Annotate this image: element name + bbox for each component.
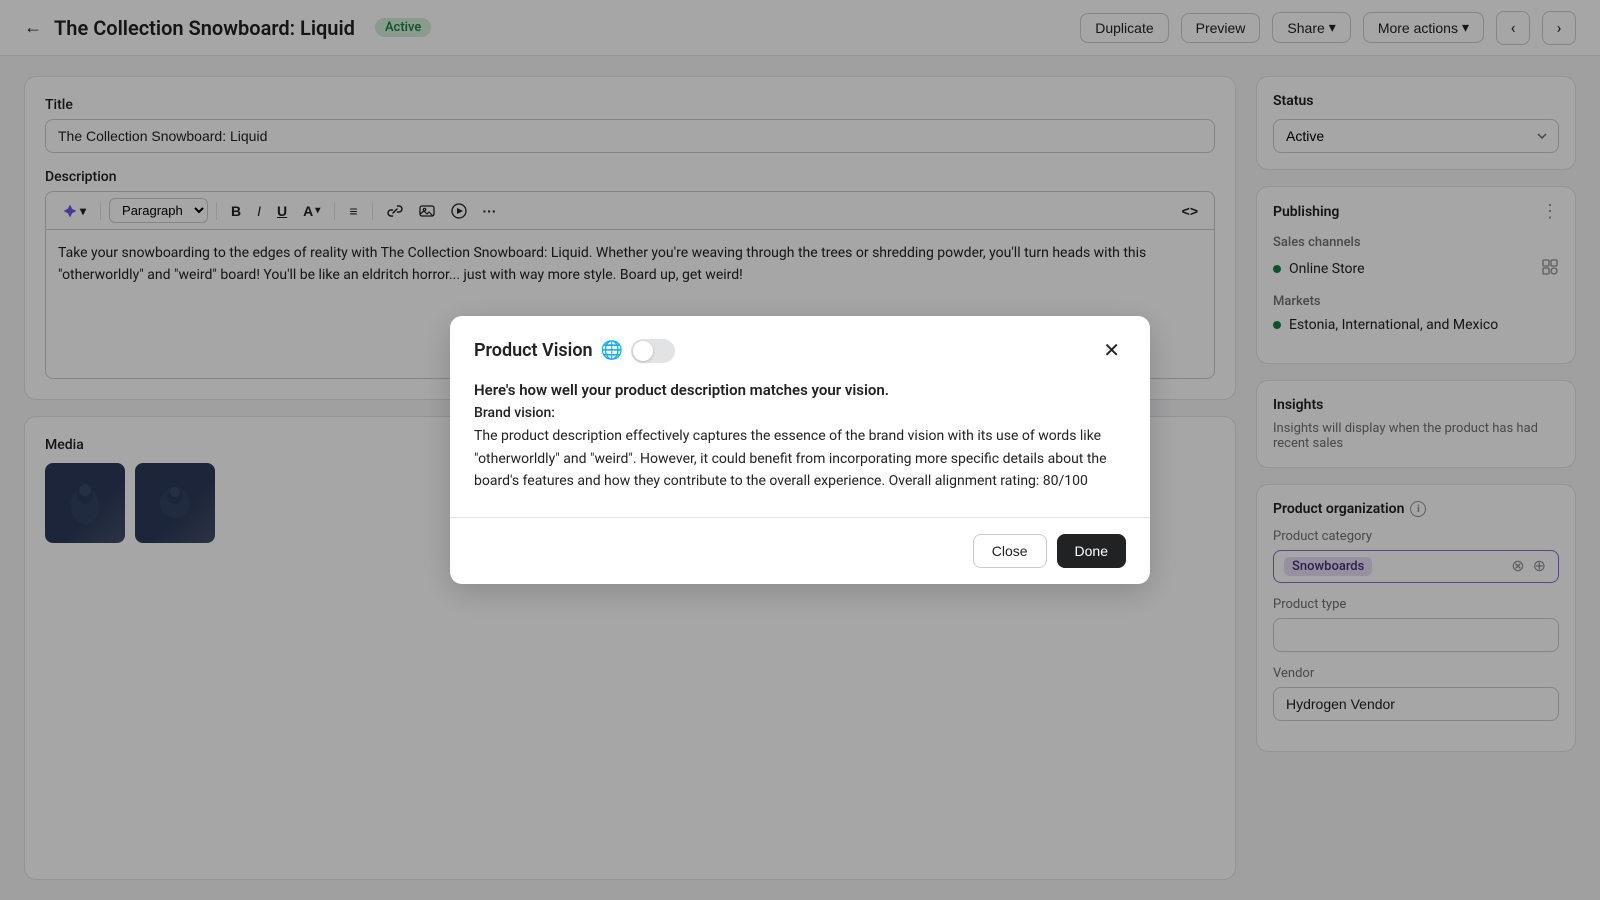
modal-footer: Close Done (450, 517, 1150, 584)
modal-toggle[interactable] (631, 339, 675, 363)
modal-done-button[interactable]: Done (1057, 534, 1126, 568)
modal-toggle-thumb (633, 341, 653, 361)
modal-main-text: Here's how well your product description… (474, 381, 1126, 399)
modal-overlay[interactable]: Product Vision 🌐 ✕ Here's how well your … (0, 0, 1600, 900)
modal-icon: 🌐 (601, 340, 623, 361)
modal-header: Product Vision 🌐 ✕ (450, 316, 1150, 381)
product-vision-modal: Product Vision 🌐 ✕ Here's how well your … (450, 316, 1150, 583)
modal-body: Here's how well your product description… (450, 381, 1150, 516)
modal-title: Product Vision (474, 340, 593, 361)
modal-brand-label: Brand vision: (474, 405, 1126, 421)
modal-close-button[interactable]: Close (973, 534, 1047, 568)
modal-close-x-button[interactable]: ✕ (1097, 336, 1126, 365)
modal-body-text: The product description effectively capt… (474, 425, 1126, 492)
